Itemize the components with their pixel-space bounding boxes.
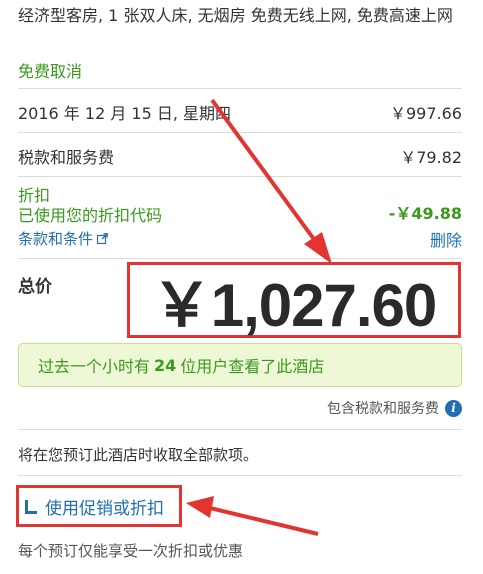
arrow-head-total [304,232,332,264]
arrow-line-promo [209,506,319,536]
annotation-arrows [186,98,332,536]
arrow-head-promo [186,496,214,518]
arrow-line-total [210,98,318,244]
